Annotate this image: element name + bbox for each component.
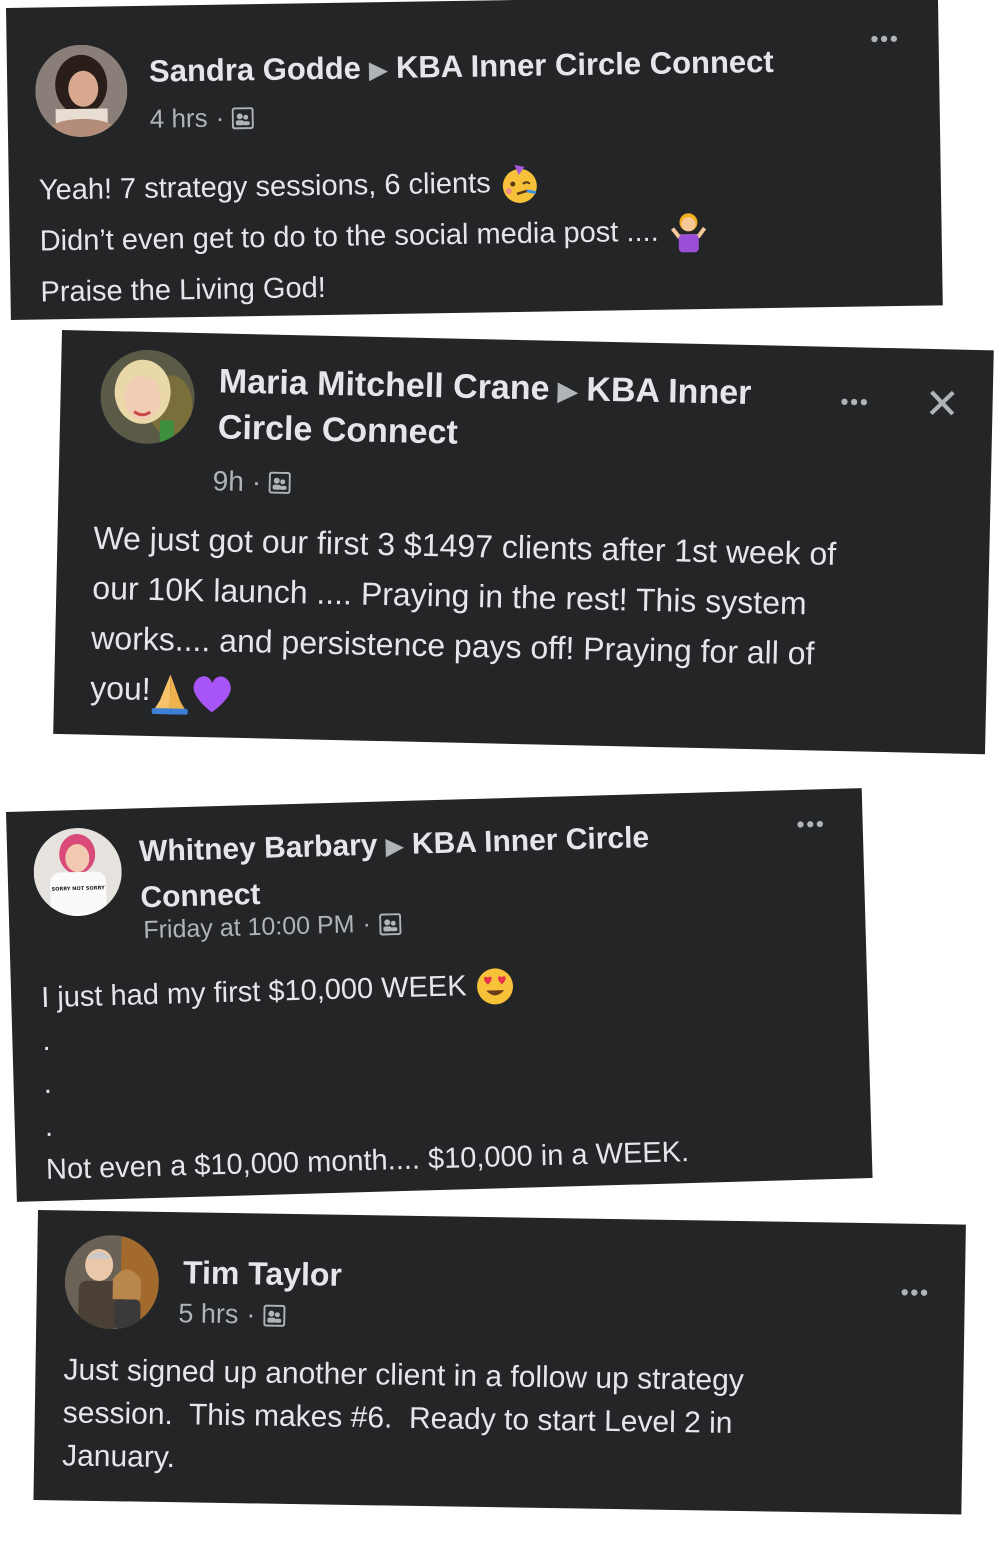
more-options-button[interactable]: •••: [901, 1280, 930, 1306]
post-time[interactable]: 5 hrs: [178, 1298, 238, 1330]
meta-separator: ·: [246, 1299, 256, 1330]
more-options-button[interactable]: •••: [796, 811, 826, 838]
post-card: Tim Taylor ••• 5 hrs · Just signed up an…: [33, 1210, 966, 1515]
avatar-photo: [99, 348, 196, 445]
meta-separator: ·: [215, 102, 225, 133]
group-name[interactable]: Connect: [140, 878, 261, 914]
heart-eyes-emoji: [474, 966, 515, 1007]
post-header: Tim Taylor: [183, 1254, 342, 1293]
post-time[interactable]: 9h: [212, 465, 244, 498]
arrow-right-icon: ▶: [368, 57, 389, 85]
arrow-right-icon: ▶: [385, 832, 405, 861]
post-body: Yeah! 7 strategy sessions, 6 clients Did…: [38, 155, 711, 319]
post-line-text: Didn’t even get to do to the social medi…: [39, 215, 659, 258]
post-body: I just had my first $10,000 WEEK . . . N…: [41, 959, 690, 1192]
group-name[interactable]: Circle Connect: [217, 408, 458, 451]
group-name[interactable]: KBA Inner: [586, 370, 752, 412]
post-card: Maria Mitchell Crane ▶ KBA Inner Circle Co…: [53, 330, 994, 755]
group-members-icon: [263, 1304, 286, 1327]
more-options-button[interactable]: •••: [870, 26, 900, 52]
person-shrugging-emoji: [666, 210, 711, 255]
avatar-photo: [34, 44, 129, 138]
purple-heart-emoji: [190, 671, 235, 714]
post-header: Sandra Godde ▶ KBA Inner Circle Connect: [149, 44, 774, 90]
group-members-icon: [269, 471, 292, 494]
post-meta: Friday at 10:00 PM ·: [143, 909, 402, 945]
meta-separator: ·: [362, 909, 372, 939]
author-avatar[interactable]: SORRY NOT SORRY: [32, 826, 123, 918]
meta-separator: ·: [251, 466, 262, 498]
partying-face-emoji: [498, 163, 541, 206]
post-meta: 5 hrs ·: [178, 1298, 286, 1331]
group-members-icon: [378, 912, 402, 936]
author-name[interactable]: Sandra Godde: [149, 50, 361, 88]
author-name[interactable]: Whitney Barbary: [139, 829, 378, 869]
post-time[interactable]: 4 hrs: [150, 103, 208, 135]
post-header: Maria Mitchell Crane ▶ KBA Inner Circle Co…: [217, 359, 751, 461]
group-name[interactable]: KBA Inner Circle: [411, 821, 649, 861]
close-button[interactable]: ✕: [924, 379, 960, 429]
more-options-button[interactable]: •••: [840, 389, 870, 416]
post-meta: 4 hrs ·: [150, 102, 255, 135]
author-name[interactable]: Tim Taylor: [183, 1254, 342, 1292]
author-name[interactable]: Maria Mitchell Crane: [219, 362, 550, 407]
post-body: Just signed up another client in a follo…: [62, 1348, 744, 1488]
folded-hands-emoji: [150, 670, 191, 715]
post-line-text: you!: [89, 669, 152, 708]
group-name[interactable]: KBA Inner Circle Connect: [396, 44, 774, 85]
post-header: Whitney Barbary ▶ KBA Inner Circle Connect: [139, 816, 651, 920]
post-meta: 9h ·: [212, 465, 292, 499]
post-body: We just got our first 3 $1497 clients af…: [90, 513, 837, 729]
group-members-icon: [232, 106, 255, 129]
post-line-text: I just had my first $10,000 WEEK: [40, 970, 468, 1015]
post-line: Praise the Living God!: [40, 272, 327, 309]
avatar-photo: SORRY NOT SORRY: [32, 826, 123, 918]
post-line-text: Yeah! 7 strategy sessions, 6 clients: [38, 167, 491, 207]
avatar-photo: [64, 1234, 160, 1330]
close-icon: ✕: [924, 379, 961, 428]
arrow-right-icon: ▶: [557, 374, 579, 407]
post-line: Didn’t even get to do to the social medi…: [39, 206, 711, 268]
author-avatar[interactable]: [99, 348, 196, 445]
post-card: SORRY NOT SORRY Whitney Barbary ▶ KBA Inne…: [6, 788, 873, 1202]
post-time[interactable]: Friday at 10:00 PM: [143, 910, 355, 945]
author-avatar[interactable]: [34, 44, 129, 138]
author-avatar[interactable]: [64, 1234, 160, 1330]
post-card: Sandra Godde ▶ KBA Inner Circle Connect ••…: [6, 0, 943, 320]
